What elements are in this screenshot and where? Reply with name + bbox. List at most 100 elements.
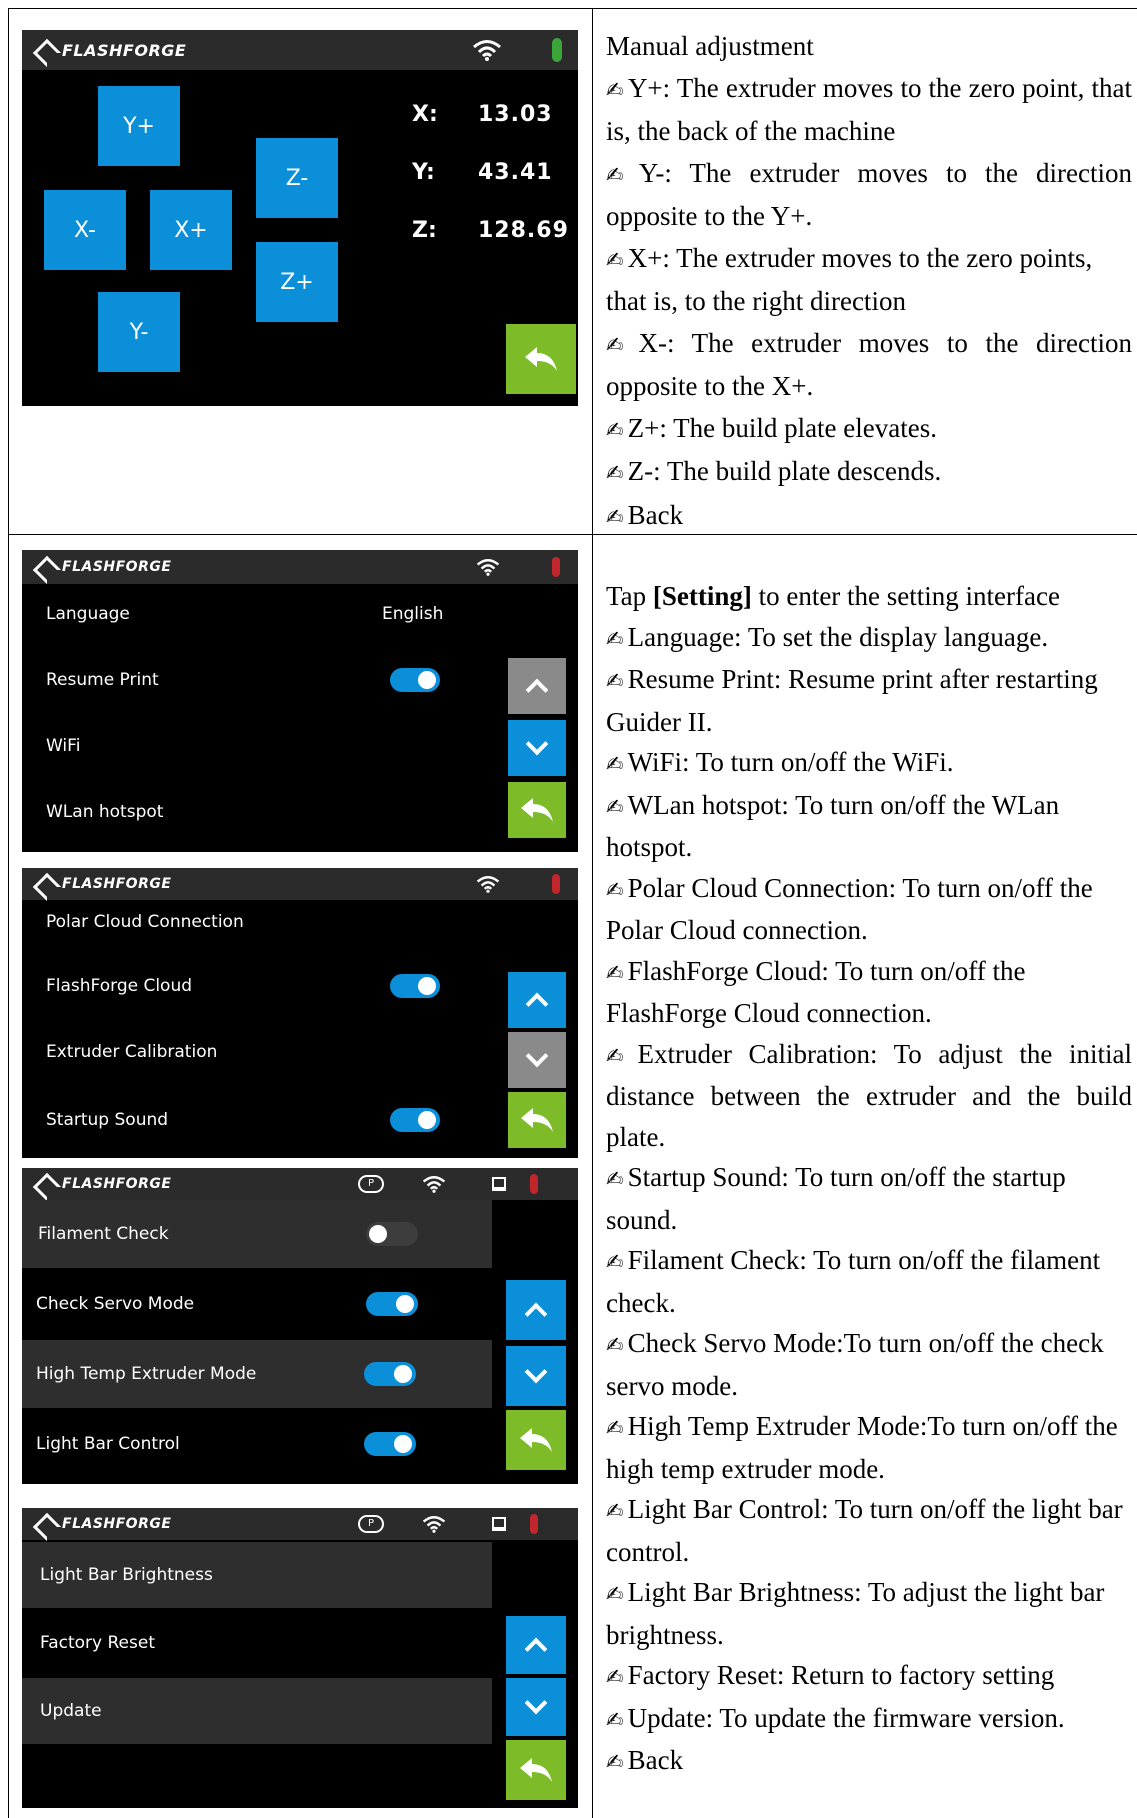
x-plus-button[interactable]: X+ (150, 190, 232, 270)
pen-icon (606, 961, 624, 985)
description-item: Y+: The extruder moves to the zero point… (606, 68, 1132, 153)
chevron-down-icon (524, 1691, 548, 1715)
thermometer-icon (552, 874, 560, 894)
setting-label: Resume Print (46, 670, 159, 690)
pen-icon (606, 1665, 624, 1689)
z-plus-button[interactable]: Z+ (256, 242, 338, 322)
scroll-down-button[interactable] (508, 720, 566, 776)
setting-label: High Temp Extruder Mode (36, 1364, 257, 1384)
chevron-down-icon (525, 732, 549, 756)
scroll-up-button[interactable] (506, 1616, 566, 1674)
description-item: Language: To set the display language. (606, 617, 1132, 660)
flashforge-logo: FLASHFORGE (34, 557, 171, 577)
back-button[interactable] (508, 782, 566, 838)
scroll-up-button[interactable] (508, 972, 566, 1028)
setting-row-check-servo-mode[interactable]: Check Servo Mode (22, 1270, 492, 1338)
check-servo-mode-toggle[interactable] (366, 1292, 418, 1316)
setting-label: WiFi (46, 736, 81, 756)
setting-row-resume-print[interactable]: Resume Print (22, 650, 502, 710)
setting-label: Filament Check (38, 1224, 169, 1244)
scroll-up-button[interactable] (506, 1280, 566, 1340)
thermometer-icon (552, 557, 560, 577)
back-arrow-icon (520, 1758, 552, 1782)
flashforge-logo: FLASHFORGE (34, 40, 186, 60)
y-minus-button[interactable]: Y- (98, 292, 180, 372)
filament-check-toggle[interactable] (366, 1222, 418, 1246)
chevron-up-icon (525, 992, 549, 1016)
setting-row-polar-cloud[interactable]: Polar Cloud Connection (22, 892, 502, 952)
setting-label: WLan hotspot (46, 802, 164, 822)
wifi-icon (476, 559, 500, 576)
flashforge-logo-icon (34, 1174, 54, 1194)
setting-row-language[interactable]: Language English (22, 584, 502, 644)
screen-header: FLASHFORGE (22, 550, 578, 584)
back-button[interactable] (506, 1410, 566, 1470)
setting-row-light-bar-brightness[interactable]: Light Bar Brightness (22, 1542, 492, 1608)
startup-sound-toggle[interactable] (390, 1108, 440, 1132)
description-item: Y-: The extruder moves to the direction … (606, 153, 1132, 238)
back-button[interactable] (506, 1740, 566, 1800)
setting-label: Check Servo Mode (36, 1294, 195, 1314)
chevron-down-icon (525, 1044, 549, 1068)
z-minus-button[interactable]: Z- (256, 138, 338, 218)
pen-icon (606, 1582, 624, 1606)
setting-label: Update (40, 1701, 102, 1721)
back-button[interactable] (508, 1092, 566, 1148)
flashforge-logo-icon (34, 874, 54, 894)
description-item: Extruder Calibration: To adjust the init… (606, 1034, 1132, 1158)
pen-icon (606, 333, 634, 357)
wifi-icon (476, 876, 500, 893)
description-item: High Temp Extruder Mode:To turn on/off t… (606, 1406, 1132, 1489)
setting-keyword: [Setting] (652, 581, 752, 611)
setting-row-wifi[interactable]: WiFi (22, 716, 502, 776)
setting-label: Factory Reset (40, 1633, 155, 1653)
setting-label: Polar Cloud Connection (46, 912, 244, 932)
setting-row-update[interactable]: Update (22, 1678, 492, 1744)
settings-screen-4: FLASHFORGE P Light Bar Brightness Factor… (22, 1508, 578, 1808)
flashforge-logo: FLASHFORGE (34, 1514, 171, 1534)
coord-y-value: 43.41 (478, 160, 553, 185)
pen-icon (606, 1167, 624, 1191)
high-temp-extruder-toggle[interactable] (364, 1362, 416, 1386)
settings-screen-3: FLASHFORGE P Filament Check Check Servo … (22, 1168, 578, 1484)
setting-row-flashforge-cloud[interactable]: FlashForge Cloud (22, 956, 502, 1016)
description-intro: Tap [Setting] to enter the setting inter… (606, 581, 1060, 611)
description-item: Z-: The build plate descends. (606, 451, 1132, 495)
back-button[interactable] (506, 324, 576, 394)
description-item: Check Servo Mode:To turn on/off the chec… (606, 1323, 1132, 1406)
pen-icon (606, 1250, 624, 1274)
setting-row-filament-check[interactable]: Filament Check (22, 1200, 492, 1268)
pen-icon (606, 248, 624, 272)
description-item: Resume Print: Resume print after restart… (606, 659, 1132, 742)
setting-row-light-bar-control[interactable]: Light Bar Control (22, 1410, 492, 1478)
printer-icon (492, 1177, 506, 1191)
coord-z-label: Z: (412, 218, 437, 243)
setting-row-factory-reset[interactable]: Factory Reset (22, 1610, 492, 1676)
coord-x-label: X: (412, 102, 438, 127)
scroll-down-button[interactable] (506, 1678, 566, 1736)
thermometer-icon (530, 1174, 538, 1194)
setting-row-high-temp-extruder[interactable]: High Temp Extruder Mode (22, 1340, 492, 1408)
resume-print-toggle[interactable] (390, 668, 440, 692)
flashforge-cloud-toggle[interactable] (390, 974, 440, 998)
setting-row-extruder-calibration[interactable]: Extruder Calibration (22, 1022, 502, 1082)
description-item: Light Bar Brightness: To adjust the ligh… (606, 1572, 1132, 1655)
scroll-down-button[interactable] (508, 1032, 566, 1088)
y-plus-button[interactable]: Y+ (98, 86, 180, 166)
flashforge-logo-icon (34, 40, 54, 60)
light-bar-control-toggle[interactable] (364, 1432, 416, 1456)
manual-adjust-screen: FLASHFORGE Y+ Z- X- X+ Z+ Y- X: 13.03 Y:… (22, 30, 578, 406)
scroll-up-button[interactable] (508, 658, 566, 714)
setting-label: Light Bar Brightness (40, 1565, 213, 1585)
description-item: WLan hotspot: To turn on/off the WLan ho… (606, 785, 1132, 868)
pen-icon (606, 1750, 624, 1774)
pen-icon (606, 878, 624, 902)
coord-y-label: Y: (412, 160, 435, 185)
setting-row-startup-sound[interactable]: Startup Sound (22, 1090, 502, 1150)
settings-screen-2: FLASHFORGE Polar Cloud Connection FlashF… (22, 868, 578, 1158)
x-minus-button[interactable]: X- (44, 190, 126, 270)
description-title: Manual adjustment (606, 31, 814, 61)
scroll-down-button[interactable] (506, 1346, 566, 1406)
setting-row-wlan-hotspot[interactable]: WLan hotspot (22, 782, 502, 842)
back-arrow-icon (521, 1108, 553, 1132)
